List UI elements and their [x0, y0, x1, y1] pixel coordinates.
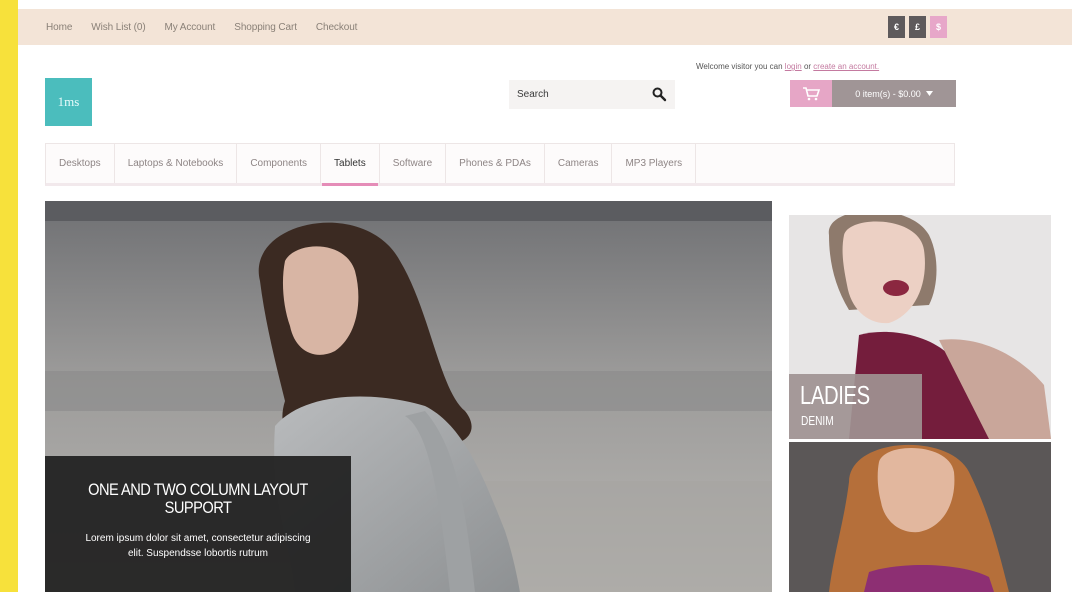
currency-euro-button[interactable]: €	[888, 16, 905, 38]
nav-item-components[interactable]: Components	[237, 144, 322, 183]
home-link[interactable]: Home	[46, 22, 72, 33]
wish-list-link[interactable]: Wish List (0)	[91, 22, 145, 33]
nav-item-cameras[interactable]: Cameras	[545, 144, 613, 183]
create-account-link[interactable]: create an account.	[813, 62, 879, 71]
nav-item-tablets[interactable]: Tablets	[321, 144, 380, 186]
top-links: Home Wish List (0) My Account Shopping C…	[46, 9, 376, 45]
nav-item-software[interactable]: Software	[380, 144, 447, 183]
caption-title: ONE AND TWO COLUMN LAYOUT SUPPORT	[88, 480, 308, 517]
ladies-banner-subtitle: DENIM	[801, 413, 834, 428]
shopping-cart-link[interactable]: Shopping Cart	[234, 22, 297, 33]
welcome-prefix: Welcome visitor you can	[696, 62, 783, 71]
nav-item-desktops[interactable]: Desktops	[46, 144, 115, 183]
page: Home Wish List (0) My Account Shopping C…	[0, 0, 1072, 592]
chevron-down-icon	[925, 91, 933, 96]
welcome-or: or	[803, 62, 812, 71]
login-link[interactable]: login	[785, 62, 802, 71]
slideshow-caption: ONE AND TWO COLUMN LAYOUT SUPPORT Lorem …	[45, 456, 351, 592]
main-navigation: Desktops Laptops & Notebooks Components …	[45, 143, 955, 186]
ladies-banner-title: LADIES	[800, 380, 870, 410]
store-logo[interactable]: 1ms	[45, 78, 92, 126]
cart-icon-box	[790, 80, 832, 107]
top-bar: Home Wish List (0) My Account Shopping C…	[18, 9, 1072, 45]
cart-button[interactable]: 0 item(s) - $0.00	[790, 80, 956, 107]
search-box	[509, 80, 675, 109]
cart-summary-text: 0 item(s) - $0.00	[855, 88, 921, 99]
checkout-link[interactable]: Checkout	[316, 22, 358, 33]
nav-item-laptops-notebooks[interactable]: Laptops & Notebooks	[115, 144, 238, 183]
search-input[interactable]	[517, 80, 637, 109]
nav-item-mp3-players[interactable]: MP3 Players	[612, 144, 697, 183]
left-yellow-strip	[0, 0, 18, 592]
currency-pound-button[interactable]: £	[909, 16, 926, 38]
cart-icon	[803, 86, 820, 100]
search-icon[interactable]	[651, 86, 667, 102]
welcome-message: Welcome visitor you can login or create …	[696, 62, 879, 71]
ladies-denim-label[interactable]: LADIES DENIM	[789, 374, 922, 439]
currency-switcher: € £ $	[888, 16, 947, 38]
my-account-link[interactable]: My Account	[165, 22, 216, 33]
second-banner[interactable]	[789, 442, 1051, 592]
banner-photo-2	[789, 442, 1051, 592]
caption-text: Lorem ipsum dolor sit amet, consectetur …	[85, 533, 311, 559]
currency-dollar-button[interactable]: $	[930, 16, 947, 38]
logo-text: 1ms	[57, 94, 80, 109]
cart-summary: 0 item(s) - $0.00	[832, 80, 956, 107]
nav-item-phones-pdas[interactable]: Phones & PDAs	[446, 144, 545, 183]
